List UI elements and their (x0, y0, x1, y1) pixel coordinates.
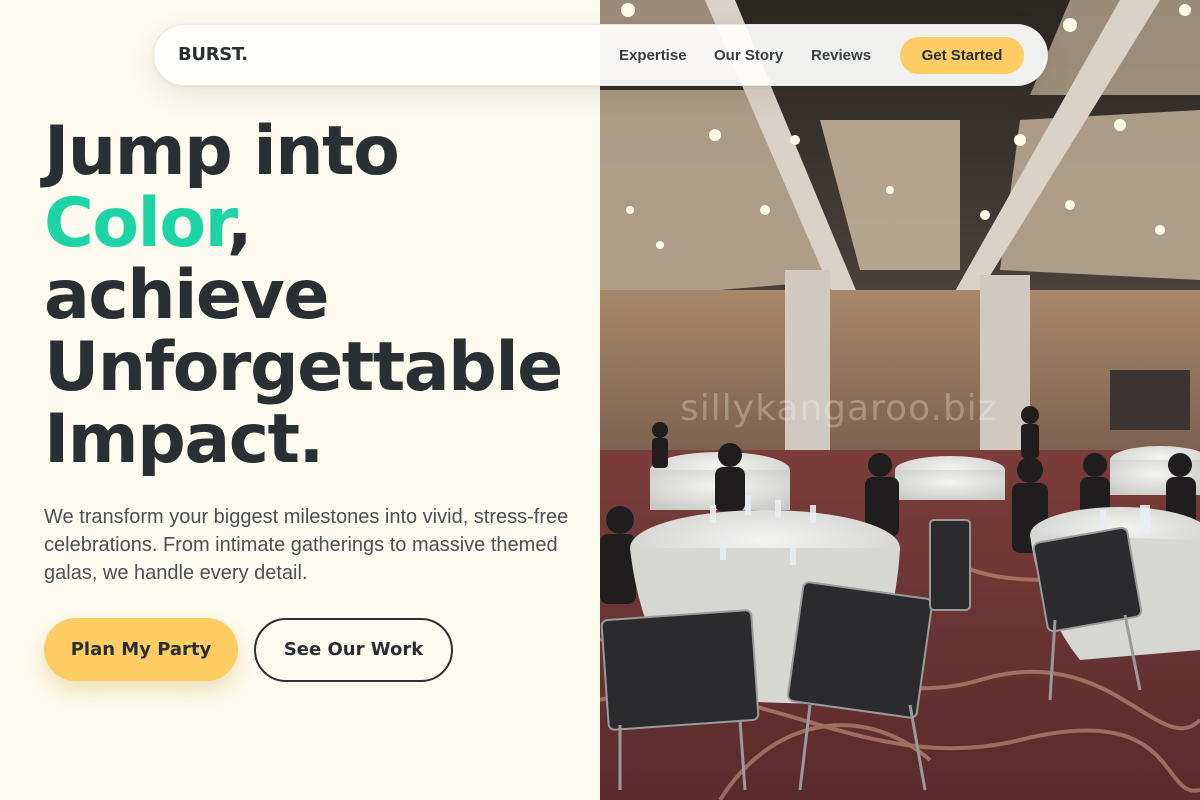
plan-my-party-button[interactable]: Plan My Party (44, 618, 238, 681)
see-our-work-button[interactable]: See Our Work (254, 618, 453, 682)
hero-title-line-5: Impact. (44, 400, 324, 479)
hero-title-comma: , (226, 184, 253, 263)
nav-link-expertise[interactable]: Expertise (619, 47, 687, 64)
hero-title: Jump into Color, achieve Unforgettable I… (44, 116, 604, 476)
nav-link-reviews[interactable]: Reviews (811, 47, 871, 64)
hero-title-line-1: Jump into (44, 112, 400, 191)
hero-title-line-3: achieve (44, 256, 329, 335)
hero-title-line-4: Unforgettable (44, 328, 563, 407)
nav-link-our-story[interactable]: Our Story (714, 47, 783, 64)
brand-logo[interactable]: BURST. (178, 44, 248, 65)
hero-photo: sillykangaroo.biz (600, 0, 1200, 800)
photo-watermark: sillykangaroo.biz (680, 388, 998, 429)
hero-description: We transform your biggest milestones int… (44, 506, 569, 584)
get-started-button[interactable]: Get Started (900, 37, 1024, 74)
hero-title-line-2: Color, (44, 188, 604, 260)
navbar: BURST. Expertise Our Story Reviews Get S… (153, 24, 1048, 86)
hero-title-accent: Color (44, 184, 228, 263)
